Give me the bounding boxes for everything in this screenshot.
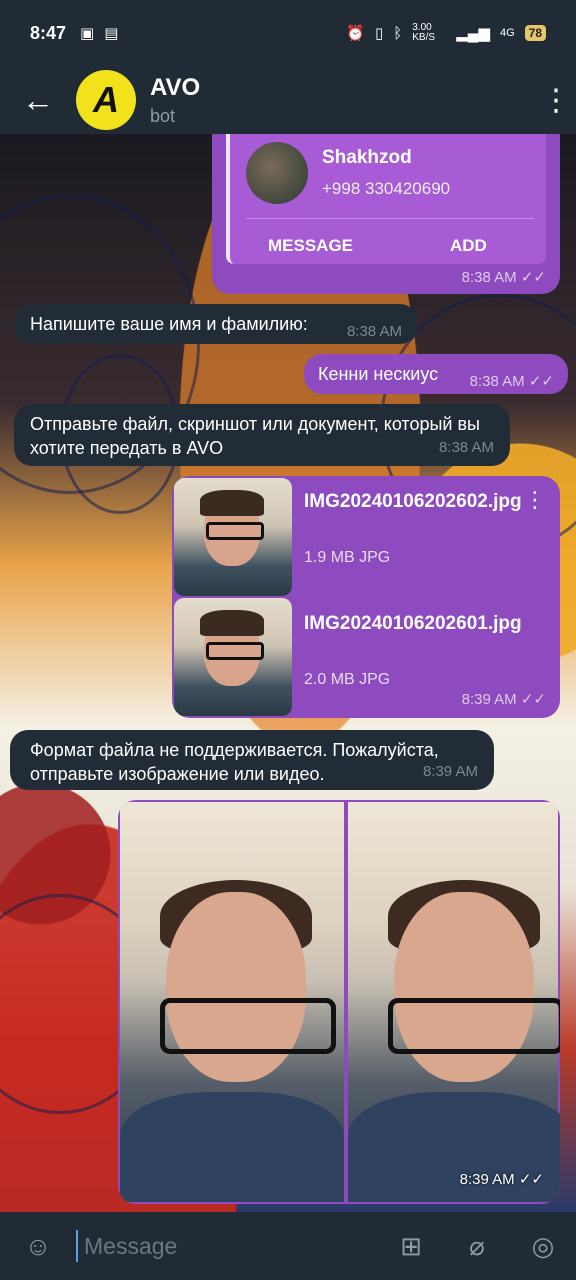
contact-avatar[interactable] bbox=[246, 142, 308, 204]
read-check-icon: ✓✓ bbox=[528, 373, 554, 390]
vibrate-icon: ▯ bbox=[374, 25, 384, 42]
message-text: Кенни нескиус bbox=[318, 364, 439, 384]
divider bbox=[246, 218, 534, 219]
back-arrow-icon[interactable]: ← bbox=[0, 82, 76, 119]
network-speed: 3.00 KB/S bbox=[412, 22, 436, 43]
message-text: Напишите ваше имя и фамилию: bbox=[30, 314, 308, 334]
message-time: 8:38 AM bbox=[438, 439, 494, 456]
read-check-icon: ✓✓ bbox=[520, 269, 546, 286]
message-time: 8:38 AM bbox=[346, 323, 402, 340]
attach-icon[interactable]: ⌀ bbox=[444, 1231, 510, 1262]
file-name: IMG20240106202601.jpg bbox=[304, 613, 522, 634]
photo[interactable] bbox=[348, 802, 560, 1202]
message-time: 8:39 AM bbox=[422, 763, 478, 780]
notification-icons: ▣ ▤ bbox=[80, 24, 118, 42]
more-options-icon[interactable]: ⋮ bbox=[536, 83, 576, 118]
message-time: 8:38 AM ✓✓ bbox=[461, 269, 546, 286]
contact-name: Shakhzod bbox=[322, 147, 412, 168]
message-text: Отправьте файл, скриншот или документ, к… bbox=[30, 414, 480, 458]
contact-card: Shakhzod +998 330420690 MESSAGE ADD bbox=[226, 134, 546, 264]
message-input-bar: ☺ Message ⊞ ⌀ ◎ bbox=[0, 1212, 576, 1280]
system-icons: ⏰ ▯ ᛒ 3.00 KB/S ▂▄▆ 4G 78 bbox=[346, 23, 546, 43]
incoming-message[interactable]: Формат файла не поддерживается. Пожалуйс… bbox=[10, 730, 494, 790]
read-check-icon: ✓✓ bbox=[518, 1171, 544, 1188]
emoji-icon[interactable]: ☺ bbox=[0, 1231, 76, 1262]
message-text: Формат файла не поддерживается. Пожалуйс… bbox=[30, 740, 439, 784]
file-thumbnail[interactable] bbox=[174, 478, 292, 596]
alarm-icon: ⏰ bbox=[346, 25, 365, 42]
message-input[interactable]: Message bbox=[76, 1230, 378, 1262]
teams-icon: ▣ bbox=[80, 25, 95, 42]
bluetooth-icon: ᛒ bbox=[393, 24, 403, 42]
contact-message[interactable]: Shakhzod +998 330420690 MESSAGE ADD 8:38… bbox=[212, 134, 560, 294]
signal-icon: ▂▄▆ bbox=[456, 25, 490, 42]
chat-title-block[interactable]: AVO bot bbox=[150, 74, 536, 127]
camera-icon[interactable]: ◎ bbox=[510, 1231, 576, 1262]
battery-indicator: 78 bbox=[524, 25, 546, 41]
file-name: IMG20240106202602.jpg bbox=[304, 491, 522, 512]
network-type: 4G bbox=[499, 27, 515, 39]
contact-phone: +998 330420690 bbox=[322, 179, 451, 198]
file-thumbnail[interactable] bbox=[174, 598, 292, 716]
incoming-message[interactable]: Напишите ваше имя и фамилию: 8:38 AM bbox=[14, 304, 418, 344]
add-contact-button[interactable]: ADD bbox=[450, 234, 487, 258]
chat-title: AVO bbox=[150, 73, 201, 101]
outgoing-message[interactable]: Кенни нескиус 8:38 AM ✓✓ bbox=[304, 354, 568, 394]
bot-commands-icon[interactable]: ⊞ bbox=[378, 1231, 444, 1262]
message-time: 8:39 AM ✓✓ bbox=[459, 1171, 544, 1188]
message-time: 8:39 AM ✓✓ bbox=[461, 691, 546, 708]
chat-header: ← A AVO bot ⋮ bbox=[0, 66, 576, 134]
file-album-message[interactable]: IMG20240106202602.jpg 1.9 MB JPG ⋮ IMG20… bbox=[172, 476, 560, 718]
outlook-icon: ▤ bbox=[104, 25, 119, 42]
message-contact-button[interactable]: MESSAGE bbox=[268, 234, 353, 258]
incoming-message[interactable]: Отправьте файл, скриншот или документ, к… bbox=[14, 404, 510, 466]
status-bar: 8:47 ▣ ▤ ⏰ ▯ ᛒ 3.00 KB/S ▂▄▆ 4G 78 bbox=[0, 0, 576, 66]
photo-album-message[interactable]: 8:39 AM ✓✓ bbox=[118, 800, 560, 1204]
chat-subtitle: bot bbox=[150, 105, 176, 126]
file-size: 1.9 MB JPG bbox=[304, 549, 391, 566]
photo[interactable] bbox=[120, 802, 344, 1202]
file-size: 2.0 MB JPG bbox=[304, 671, 391, 688]
message-time: 8:38 AM ✓✓ bbox=[469, 373, 554, 390]
avatar-letter: A bbox=[93, 79, 119, 120]
avatar[interactable]: A bbox=[76, 70, 136, 130]
read-check-icon: ✓✓ bbox=[520, 691, 546, 708]
status-time: 8:47 bbox=[30, 22, 67, 43]
file-options-icon[interactable]: ⋮ bbox=[524, 488, 546, 512]
